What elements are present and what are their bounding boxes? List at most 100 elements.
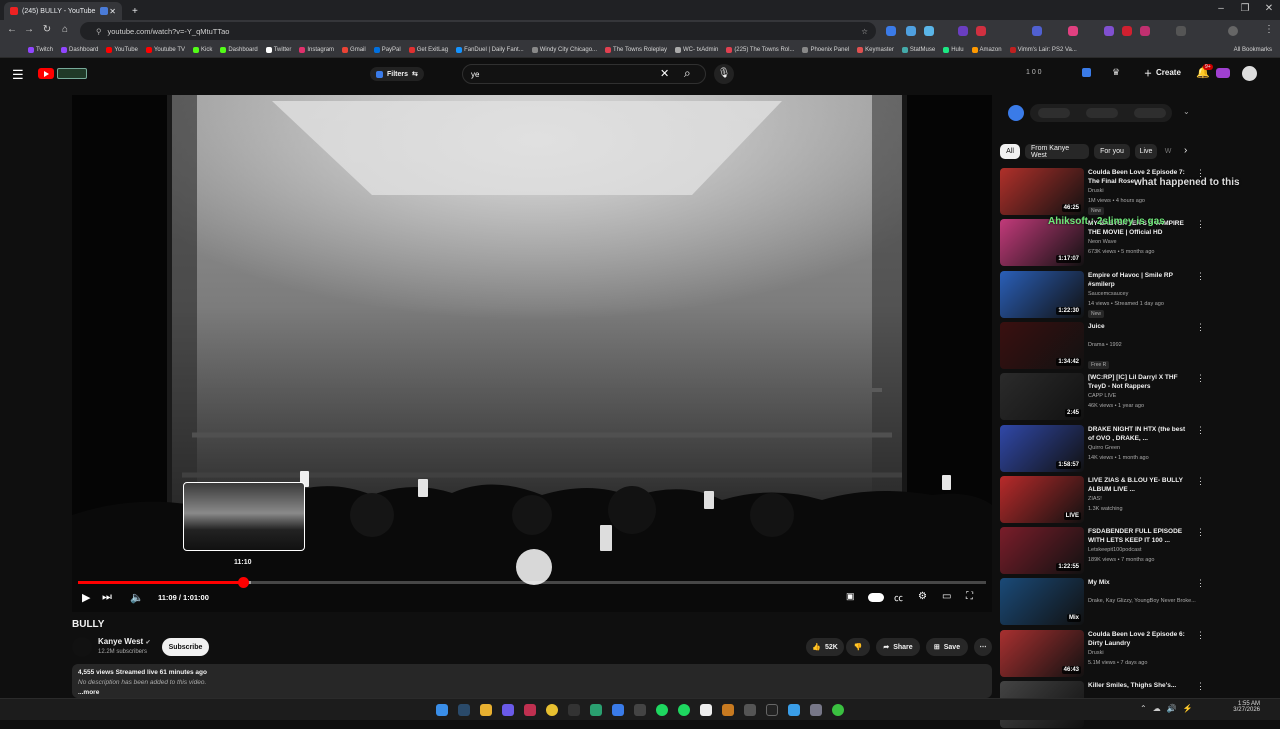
file-explorer-icon[interactable]	[480, 704, 492, 716]
bookmark-item[interactable]: Vimm's Lair: PS2 Va...	[1009, 46, 1077, 53]
chip-partial[interactable]: W	[1162, 144, 1174, 159]
app-icon[interactable]	[612, 704, 624, 716]
app-icon[interactable]	[722, 704, 734, 716]
video-thumbnail[interactable]: 1:22:30	[1000, 270, 1084, 318]
app-icon[interactable]	[634, 704, 646, 716]
windows-start-icon[interactable]	[436, 704, 448, 716]
video-player[interactable]: 11:10 ▶ ⏭ 🔈 11:09 / 1:01:00 ▣ ㏄ ⚙ ▭ ⛶	[72, 95, 992, 612]
recommendation-item[interactable]: 1:22:55 FSDABENDER FULL EPISODE WITH LETS…	[1000, 527, 1205, 575]
bookmark-item[interactable]: WC- txAdmin	[674, 46, 718, 53]
search-icon[interactable]: ⌕	[684, 66, 691, 81]
bookmark-item[interactable]: Gmail	[342, 46, 366, 53]
recommendation-item[interactable]: LIVE LIVE ZIAS & B.LOU YE- BULLY ALBUM LI…	[1000, 475, 1205, 524]
bookmark-item[interactable]: Dashboard	[61, 46, 98, 53]
spotify-icon[interactable]	[656, 704, 668, 716]
more-options-icon[interactable]: ⋮	[1196, 681, 1205, 692]
bookmark-item[interactable]: PayPal	[373, 46, 401, 53]
steam-icon[interactable]	[458, 704, 470, 716]
recommendation-item[interactable]: 1:58:57 DRAKE NIGHT IN HTX (the best of O…	[1000, 424, 1205, 473]
video-thumbnail[interactable]: 2:45	[1000, 373, 1084, 421]
create-button[interactable]: ＋ Create	[1144, 68, 1181, 79]
bookmark-item[interactable]: The Towns Roleplay	[605, 46, 667, 53]
extension-badge-icon[interactable]	[1082, 68, 1091, 77]
forward-arrow-icon[interactable]: →	[22, 24, 36, 35]
bookmark-item[interactable]: Youtube TV	[145, 46, 185, 53]
search-input[interactable]: ye	[462, 64, 706, 84]
bookmark-item[interactable]: (225) The Towns Rol...	[726, 46, 794, 53]
minimize-button[interactable]: –	[1210, 3, 1232, 14]
all-bookmarks-button[interactable]: All Bookmarks	[1234, 47, 1280, 53]
more-actions-icon[interactable]: ⋯	[974, 638, 992, 656]
more-options-icon[interactable]: ⋮	[1196, 219, 1205, 230]
recommendation-channel[interactable]: Drama • 1992	[1088, 342, 1122, 348]
more-options-icon[interactable]: ⋮	[1196, 271, 1205, 282]
new-tab-button[interactable]: +	[126, 2, 140, 20]
channel-name[interactable]: Kanye West	[98, 637, 143, 646]
more-options-icon[interactable]: ⋮	[1196, 322, 1205, 333]
bookmark-item[interactable]: Twitter	[265, 46, 291, 53]
chip-from-channel[interactable]: From Kanye West	[1025, 144, 1089, 159]
extension-icon[interactable]	[1032, 26, 1042, 36]
close-window-button[interactable]: ✕	[1258, 3, 1280, 14]
bookmark-item[interactable]: FanDuel | Daily Fant...	[456, 46, 524, 53]
chip-all[interactable]: All	[1000, 144, 1020, 159]
extension-icon[interactable]	[1122, 26, 1132, 36]
clear-search-icon[interactable]: ✕	[660, 67, 669, 80]
reload-icon[interactable]: ↻	[40, 24, 54, 35]
play-icon[interactable]: ▶	[82, 591, 90, 604]
bookmark-item[interactable]: Amazon	[971, 46, 1002, 53]
trophy-icon[interactable]: ♛	[1112, 67, 1120, 78]
recommendation-channel[interactable]: CAPP LIVE	[1088, 393, 1116, 399]
bookmark-item[interactable]: Phoenix Panel	[802, 46, 849, 53]
bookmark-item[interactable]: Windy City Chicago...	[531, 46, 597, 53]
more-options-icon[interactable]: ⋮	[1196, 476, 1205, 487]
account-avatar[interactable]	[1242, 66, 1257, 81]
video-thumbnail[interactable]: LIVE	[1000, 475, 1084, 523]
progress-bar[interactable]	[78, 577, 986, 588]
app-icon[interactable]	[700, 704, 712, 716]
spotify-icon[interactable]	[678, 704, 690, 716]
x-app-icon[interactable]	[766, 704, 778, 716]
more-options-icon[interactable]: ⋮	[1196, 630, 1205, 641]
extension-icon[interactable]	[958, 26, 968, 36]
description-box[interactable]: 4,555 views Streamed live 61 minutes ago…	[72, 664, 992, 698]
bookmark-item[interactable]: Twitch	[28, 46, 53, 53]
recommendation-channel[interactable]: Neon Wave	[1088, 239, 1117, 245]
recommendation-channel[interactable]: Druski	[1088, 650, 1104, 656]
puzzle-icon[interactable]	[1176, 26, 1186, 36]
next-icon[interactable]: ⏭	[102, 591, 112, 604]
app-icon[interactable]	[744, 704, 756, 716]
extension-icon[interactable]	[976, 26, 986, 36]
recommendation-item[interactable]: 1:22:30 Empire of Havoc | Smile RP #smile…	[1000, 270, 1205, 319]
extension-icon[interactable]	[924, 26, 934, 36]
bookmark-star-icon[interactable]: ☆	[861, 27, 868, 36]
recommendation-title[interactable]: [WC:RP] [IC] Lil Darryl X THF TreyD - No…	[1088, 373, 1192, 391]
bookmark-item[interactable]: Kick	[192, 46, 212, 53]
chevron-down-icon[interactable]: ⌄	[1183, 107, 1190, 116]
bookmark-item[interactable]: Instagram	[299, 46, 334, 53]
more-options-icon[interactable]: ⋮	[1196, 373, 1205, 384]
clock[interactable]: 1:55 AM 3/27/2026	[1230, 701, 1260, 713]
chevron-right-icon[interactable]: ›	[1184, 145, 1187, 156]
extension-icon[interactable]	[886, 26, 896, 36]
extension-icon[interactable]	[1140, 26, 1150, 36]
subscribe-button[interactable]: Subscribe	[162, 638, 209, 656]
extension-icon[interactable]	[1068, 26, 1078, 36]
home-icon[interactable]: ⌂	[58, 24, 72, 35]
system-tray-icons[interactable]: ⌃☁🔊⚡	[1140, 704, 1199, 713]
extension-player-icon[interactable]: ▣	[846, 591, 855, 602]
filters-button[interactable]: Filters ⇆	[370, 67, 424, 81]
captions-icon[interactable]: ㏄	[894, 591, 903, 604]
chip-for-you[interactable]: For you	[1094, 144, 1130, 159]
site-info-icon[interactable]: ⚲	[96, 27, 102, 36]
settings-gear-icon[interactable]: ⚙	[918, 591, 927, 602]
video-thumbnail[interactable]: 46:25	[1000, 168, 1084, 215]
extension-icon[interactable]	[1104, 26, 1114, 36]
recommendation-title[interactable]: Coulda Been Love 2 Episode 6: Dirty Laun…	[1088, 630, 1192, 648]
chip-live[interactable]: Live	[1135, 144, 1157, 159]
app-icon[interactable]	[788, 704, 800, 716]
bookmark-item[interactable]: Dashboard	[220, 46, 258, 53]
chrome-icon[interactable]	[546, 704, 558, 716]
more-options-icon[interactable]: ⋮	[1196, 527, 1205, 538]
miniplayer-icon[interactable]: ▭	[942, 591, 951, 602]
